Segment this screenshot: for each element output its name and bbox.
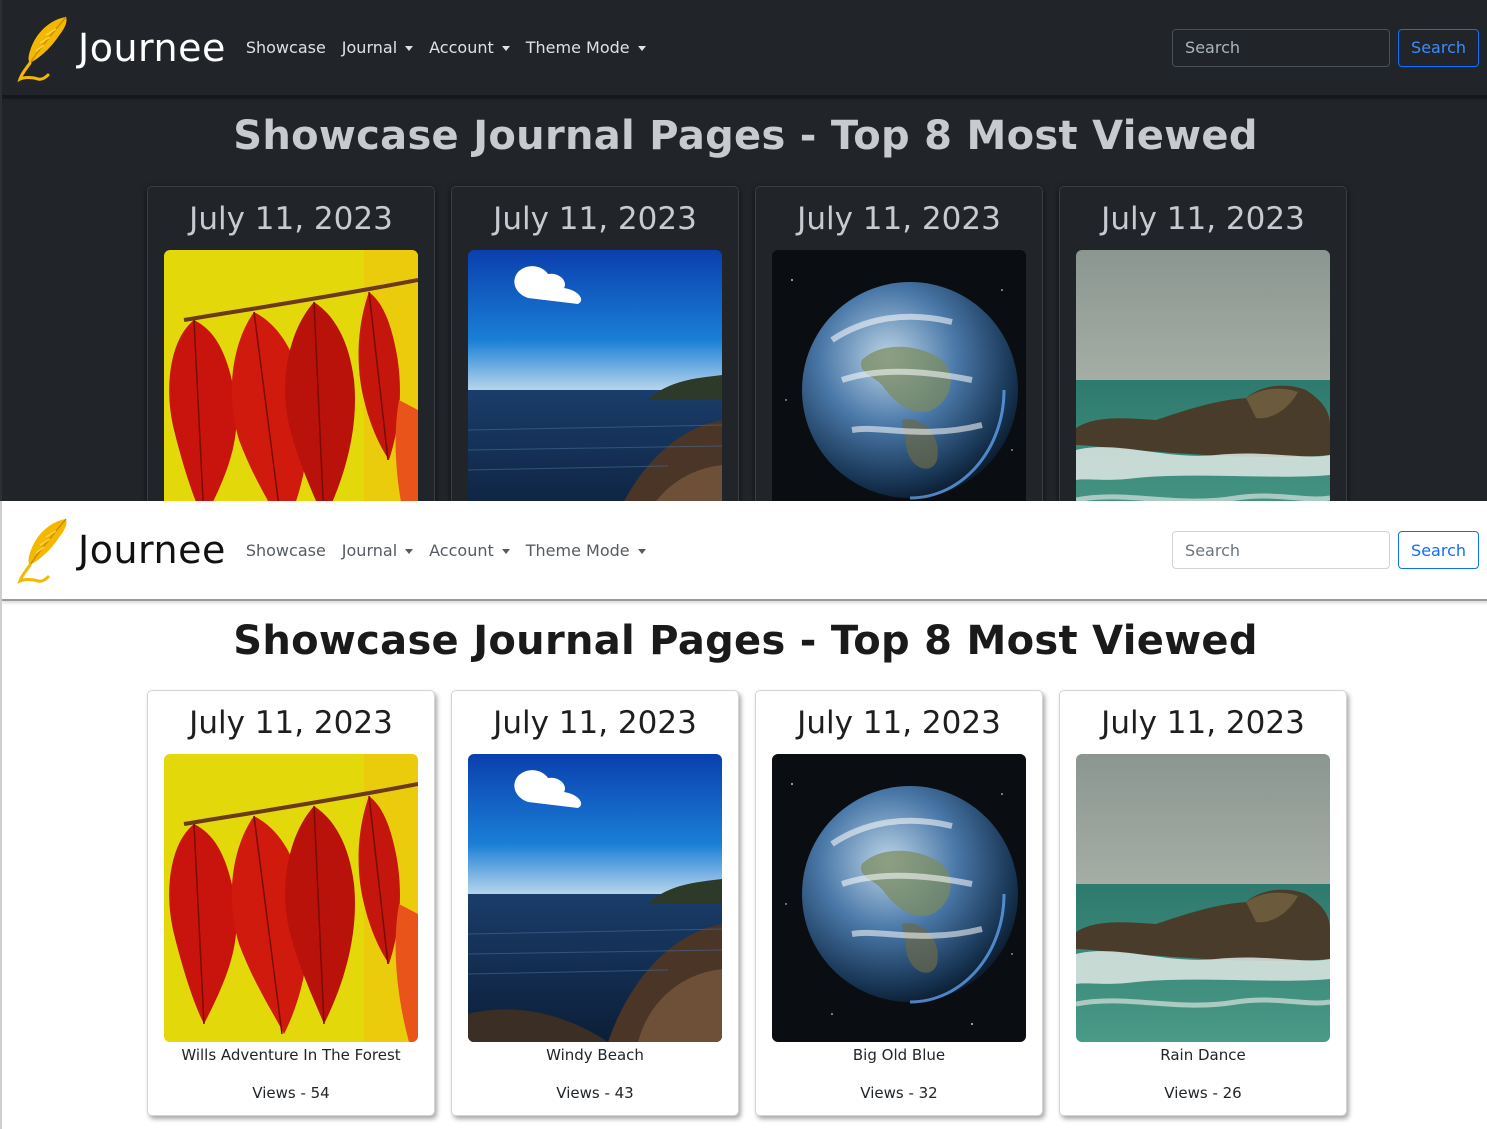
brand[interactable]: Journee: [14, 13, 226, 83]
card-views: Views - 54: [252, 1084, 330, 1102]
page-title: Showcase Journal Pages - Top 8 Most View…: [233, 618, 1258, 664]
earth-from-space-photo[interactable]: [772, 754, 1026, 1042]
brand-name: Journee: [78, 528, 226, 572]
navbar: Journee Showcase Journal Account Theme M…: [2, 0, 1487, 97]
card-date: July 11, 2023: [1101, 201, 1305, 237]
earth-from-space-photo[interactable]: [772, 250, 1026, 501]
nav-theme-mode-label: Theme Mode: [525, 38, 630, 57]
nav-theme-mode-label: Theme Mode: [525, 540, 630, 560]
red-autumn-leaves-photo[interactable]: [164, 250, 418, 501]
quill-feather-icon: [14, 515, 74, 585]
card-views: Views - 32: [860, 1084, 938, 1102]
search-input[interactable]: [1172, 531, 1391, 569]
sea-coast-blue-sky-photo[interactable]: [468, 250, 722, 501]
navbar: Journee Showcase Journal Account Theme M…: [2, 501, 1487, 601]
nav-journal-dropdown[interactable]: Journal: [341, 540, 414, 560]
journal-card[interactable]: July 11, 2023 Rain Dance Views - 26: [1059, 690, 1347, 1116]
brand[interactable]: Journee: [14, 515, 226, 585]
caret-down-icon: [501, 46, 510, 51]
brand-name: Journee: [78, 25, 226, 70]
card-title: Windy Beach: [546, 1046, 644, 1064]
nav-showcase[interactable]: Showcase: [246, 38, 326, 57]
sea-coast-blue-sky-photo[interactable]: [468, 754, 722, 1042]
card-title: Big Old Blue: [852, 1046, 946, 1064]
search-form: Search: [1172, 28, 1479, 67]
nav-journal-label: Journal: [341, 38, 398, 57]
red-autumn-leaves-photo[interactable]: [164, 754, 418, 1042]
card-views: Views - 26: [1164, 1084, 1242, 1102]
rock-in-sea-waves-photo[interactable]: [1076, 754, 1330, 1042]
journal-card[interactable]: July 11, 2023 Rain Dance Views - 26: [1059, 186, 1347, 501]
nav-theme-mode-dropdown[interactable]: Theme Mode: [526, 541, 646, 560]
journal-card[interactable]: July 11, 2023 Wills Adventure In The For…: [147, 186, 435, 501]
rock-in-sea-waves-photo[interactable]: [1076, 250, 1330, 501]
journal-card[interactable]: July 11, 2023 Big Old Blue Views - 32: [755, 186, 1043, 501]
nav-account-label: Account: [429, 540, 494, 560]
nav-links: Showcase Journal Account Theme Mode: [246, 38, 662, 57]
search-button[interactable]: Search: [1398, 531, 1479, 569]
nav-showcase-label: Showcase: [245, 38, 326, 57]
journal-card[interactable]: July 11, 2023 Big Old Blue Views - 32: [755, 690, 1043, 1116]
card-date: July 11, 2023: [493, 705, 697, 741]
journal-card[interactable]: July 11, 2023 Windy Beach Views - 43: [451, 690, 739, 1116]
card-views: Views - 43: [556, 1084, 634, 1102]
caret-down-icon: [405, 548, 414, 554]
showcase-cards: July 11, 2023 Wills Adventure In The For…: [147, 186, 1363, 501]
caret-down-icon: [637, 46, 646, 51]
journal-card[interactable]: July 11, 2023 Wills Adventure In The For…: [147, 690, 435, 1116]
card-date: July 11, 2023: [189, 705, 393, 741]
search-input[interactable]: [1172, 28, 1391, 67]
nav-showcase-label: Showcase: [245, 540, 326, 560]
card-date: July 11, 2023: [189, 201, 393, 237]
showcase-cards: July 11, 2023 Wills Adventure In The For…: [147, 690, 1363, 1116]
nav-journal-dropdown[interactable]: Journal: [341, 38, 414, 57]
caret-down-icon: [501, 548, 510, 554]
card-date: July 11, 2023: [493, 201, 697, 237]
card-date: July 11, 2023: [797, 201, 1001, 237]
card-title: Wills Adventure In The Forest: [181, 1046, 401, 1064]
card-title: Rain Dance: [1160, 1046, 1246, 1064]
nav-journal-label: Journal: [341, 540, 398, 560]
caret-down-icon: [405, 46, 414, 51]
light-theme-screenshot: Journee Showcase Journal Account Theme M…: [0, 501, 1487, 1129]
search-button[interactable]: Search: [1398, 28, 1479, 67]
nav-links: Showcase Journal Account Theme Mode: [246, 541, 662, 560]
card-date: July 11, 2023: [1101, 705, 1305, 741]
quill-feather-icon: [14, 13, 74, 83]
caret-down-icon: [637, 548, 646, 554]
card-date: July 11, 2023: [797, 705, 1001, 741]
nav-theme-mode-dropdown[interactable]: Theme Mode: [526, 38, 646, 57]
nav-account-label: Account: [429, 38, 494, 57]
dark-theme-screenshot: Journee Showcase Journal Account Theme M…: [0, 0, 1487, 501]
nav-account-dropdown[interactable]: Account: [429, 38, 510, 57]
nav-showcase[interactable]: Showcase: [246, 541, 326, 560]
nav-account-dropdown[interactable]: Account: [429, 541, 510, 560]
page-title: Showcase Journal Pages - Top 8 Most View…: [233, 113, 1258, 159]
journal-card[interactable]: July 11, 2023 Windy Beach Views - 43: [451, 186, 739, 501]
search-form: Search: [1172, 531, 1479, 569]
